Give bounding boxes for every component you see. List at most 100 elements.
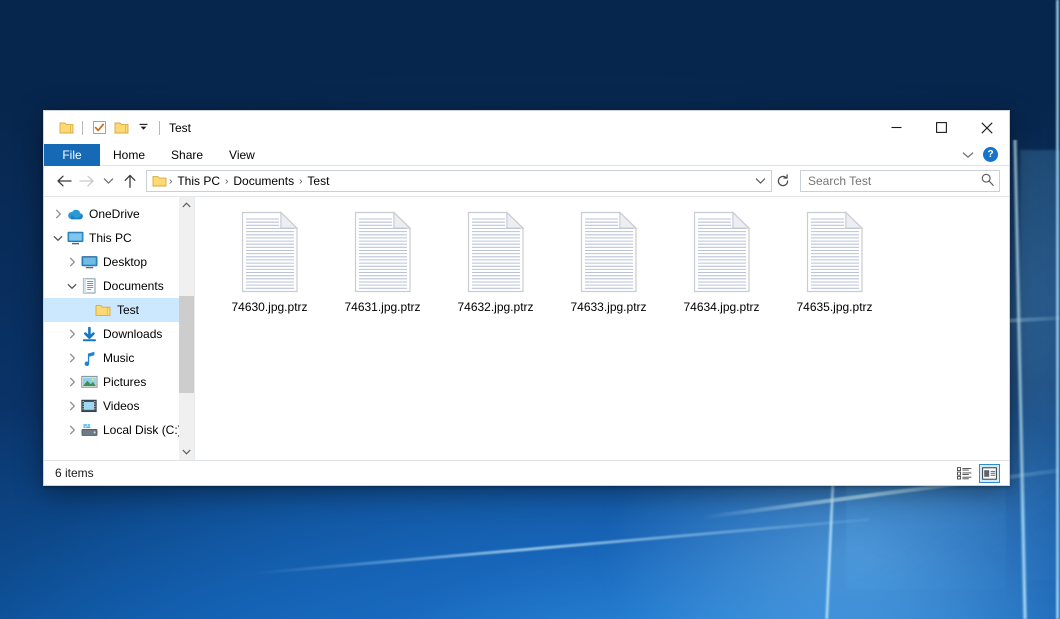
file-name-label: 74631.jpg.ptrz	[344, 300, 420, 314]
file-name-label: 74630.jpg.ptrz	[231, 300, 307, 314]
generic-document-icon	[463, 210, 529, 294]
generic-document-icon	[802, 210, 868, 294]
breadcrumb-bar[interactable]: › This PC › Documents › Test	[146, 170, 772, 192]
drive-icon	[80, 423, 98, 437]
navigation-scrollbar[interactable]	[179, 197, 194, 460]
help-icon[interactable]: ?	[983, 147, 998, 162]
file-item[interactable]: 74632.jpg.ptrz	[439, 208, 552, 330]
cloud-icon	[66, 208, 84, 221]
file-item[interactable]: 74631.jpg.ptrz	[326, 208, 439, 330]
navigation-pane: OneDrive This PC Desktop Documents Test Downl…	[44, 197, 194, 460]
ribbon-tab-bar: File Home Share View ?	[44, 144, 1009, 166]
wallpaper-pane-2	[1020, 150, 1060, 580]
ribbon-collapse-chevron-icon[interactable]	[962, 148, 974, 162]
sidebar-item-videos[interactable]: Videos	[44, 394, 194, 418]
view-mode-buttons	[954, 464, 1000, 483]
sidebar-item-label: Test	[117, 303, 139, 317]
sidebar-item-label: Downloads	[103, 327, 162, 341]
scroll-down-button[interactable]	[179, 444, 194, 460]
recent-locations-button[interactable]	[97, 170, 119, 192]
chevron-down-icon[interactable]	[64, 283, 80, 290]
large-icons-view-button[interactable]	[979, 464, 1000, 483]
status-bar: 6 items	[44, 460, 1009, 485]
search-icon[interactable]	[981, 173, 994, 189]
sidebar-item-documents[interactable]: Documents	[44, 274, 194, 298]
chevron-right-icon[interactable]	[64, 425, 80, 435]
back-button[interactable]	[53, 170, 75, 192]
chevron-right-icon[interactable]	[64, 401, 80, 411]
breadcrumb-item-this-pc[interactable]: This PC	[173, 174, 224, 188]
sidebar-item-downloads[interactable]: Downloads	[44, 322, 194, 346]
file-explorer-window: Test File Home Share View ?	[43, 110, 1010, 486]
customize-chevron-icon[interactable]	[132, 117, 154, 139]
folder-icon[interactable]	[55, 117, 77, 139]
tab-home[interactable]: Home	[100, 144, 158, 166]
chevron-right-icon[interactable]	[64, 329, 80, 339]
file-item[interactable]: 74634.jpg.ptrz	[665, 208, 778, 330]
file-name-label: 74633.jpg.ptrz	[570, 300, 646, 314]
sidebar-item-label: Music	[103, 351, 134, 365]
tab-view[interactable]: View	[216, 144, 268, 166]
item-count-label: 6 items	[55, 466, 94, 480]
sidebar-item-desktop[interactable]: Desktop	[44, 250, 194, 274]
sidebar-item-label: Pictures	[103, 375, 146, 389]
documents-icon	[80, 278, 98, 294]
sidebar-item-test[interactable]: Test	[44, 298, 194, 322]
sidebar-item-music[interactable]: Music	[44, 346, 194, 370]
folder-icon	[94, 304, 112, 317]
sidebar-item-onedrive[interactable]: OneDrive	[44, 202, 194, 226]
desktop-icon	[80, 255, 98, 269]
search-placeholder: Search Test	[808, 174, 981, 188]
file-item[interactable]: 74630.jpg.ptrz	[213, 208, 326, 330]
file-list-pane[interactable]: 74630.jpg.ptrz 74631.jpg.ptrz 74632.jpg.pt…	[194, 197, 1009, 460]
quick-access-toolbar: Test	[44, 117, 191, 139]
sidebar-item-pictures[interactable]: Pictures	[44, 370, 194, 394]
scroll-up-button[interactable]	[179, 197, 194, 213]
scrollbar-track[interactable]	[179, 213, 194, 444]
breadcrumb-item-documents[interactable]: Documents	[229, 174, 298, 188]
tab-share[interactable]: Share	[158, 144, 216, 166]
chevron-down-icon[interactable]	[50, 235, 66, 242]
generic-document-icon	[350, 210, 416, 294]
window-controls	[874, 111, 1009, 144]
refresh-button[interactable]	[773, 170, 793, 192]
forward-button[interactable]	[75, 170, 97, 192]
file-name-label: 74634.jpg.ptrz	[683, 300, 759, 314]
tab-file[interactable]: File	[44, 144, 100, 166]
sidebar-item-label: Documents	[103, 279, 164, 293]
sidebar-item-label: Desktop	[103, 255, 147, 269]
download-icon	[80, 327, 98, 342]
breadcrumb-item-test[interactable]: Test	[303, 174, 333, 188]
pictures-icon	[80, 375, 98, 389]
chevron-right-icon[interactable]	[64, 257, 80, 267]
chevron-right-icon[interactable]	[64, 377, 80, 387]
search-input[interactable]: Search Test	[800, 170, 1000, 192]
close-button[interactable]	[964, 111, 1009, 144]
maximize-button[interactable]	[919, 111, 964, 144]
sidebar-item-local-disk-c[interactable]: Local Disk (C:)	[44, 418, 194, 442]
file-item[interactable]: 74635.jpg.ptrz	[778, 208, 891, 330]
new-folder-icon[interactable]	[110, 117, 132, 139]
file-name-label: 74635.jpg.ptrz	[796, 300, 872, 314]
sidebar-item-label: OneDrive	[89, 207, 140, 221]
file-name-label: 74632.jpg.ptrz	[457, 300, 533, 314]
ribbon-right-controls: ?	[962, 144, 1009, 165]
chevron-right-icon[interactable]	[50, 209, 66, 219]
folder-tree: OneDrive This PC Desktop Documents Test Downl…	[44, 202, 194, 442]
address-bar: › This PC › Documents › Test Search Test	[44, 166, 1009, 197]
chevron-right-icon[interactable]	[64, 353, 80, 363]
properties-icon[interactable]	[88, 117, 110, 139]
sidebar-item-this-pc[interactable]: This PC	[44, 226, 194, 250]
file-grid: 74630.jpg.ptrz 74631.jpg.ptrz 74632.jpg.pt…	[213, 208, 1009, 330]
monitor-icon	[66, 231, 84, 245]
music-icon	[80, 351, 98, 366]
file-item[interactable]: 74633.jpg.ptrz	[552, 208, 665, 330]
scrollbar-thumb[interactable]	[179, 296, 194, 393]
details-view-button[interactable]	[954, 464, 975, 483]
generic-document-icon	[689, 210, 755, 294]
address-dropdown-chevron-icon[interactable]	[752, 171, 769, 191]
up-button[interactable]	[119, 170, 141, 192]
title-bar: Test	[44, 111, 1009, 144]
window-body: OneDrive This PC Desktop Documents Test Downl…	[44, 197, 1009, 460]
minimize-button[interactable]	[874, 111, 919, 144]
